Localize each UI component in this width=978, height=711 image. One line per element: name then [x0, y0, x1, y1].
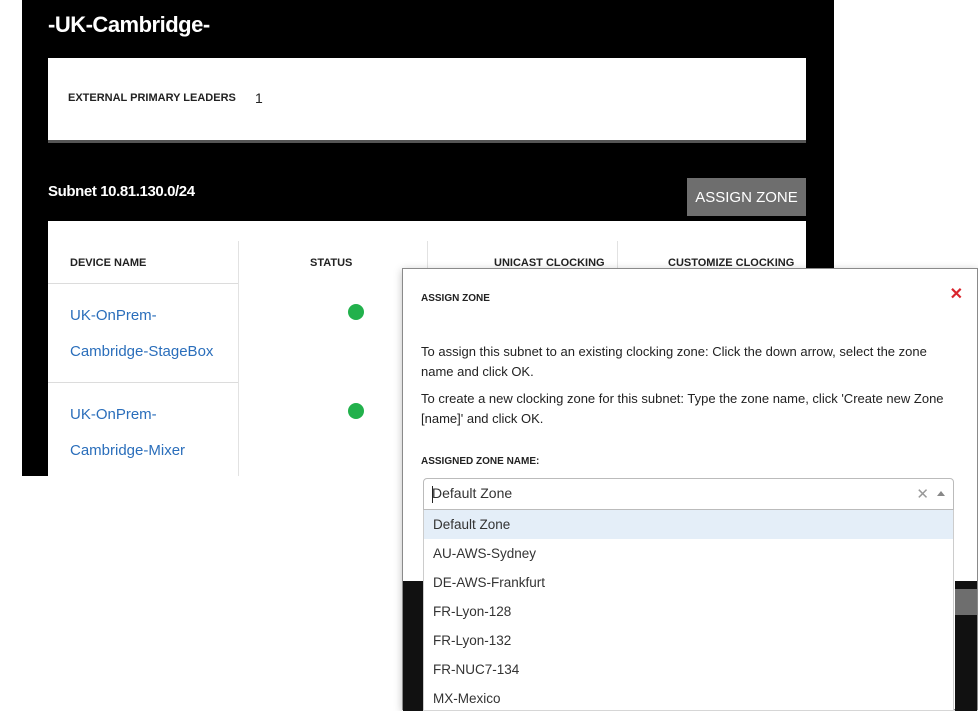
zone-option[interactable]: DE-AWS-Frankfurt: [424, 568, 953, 597]
background-button-sliver: [955, 589, 977, 615]
zone-option[interactable]: FR-NUC7-134: [424, 655, 953, 684]
column-header-status[interactable]: STATUS: [310, 257, 352, 269]
subnet-label: Subnet 10.81.130.0/24: [48, 183, 195, 200]
background-overlay-sliver: [403, 581, 423, 711]
page-title: -UK-Cambridge-: [48, 12, 210, 37]
status-online-indicator: [348, 304, 364, 320]
external-primary-leaders-label: EXTERNAL PRIMARY LEADERS: [68, 92, 236, 104]
status-online-indicator: [348, 403, 364, 419]
row-divider: [48, 283, 238, 284]
assign-zone-button[interactable]: ASSIGN ZONE: [687, 178, 806, 216]
column-header-device-name[interactable]: DEVICE NAME: [70, 257, 146, 269]
device-link-line1[interactable]: UK-OnPrem-: [70, 300, 157, 332]
zone-select[interactable]: ✕: [423, 478, 954, 510]
leaders-card: EXTERNAL PRIMARY LEADERS 1: [48, 58, 806, 143]
zone-option[interactable]: AU-AWS-Sydney: [424, 539, 953, 568]
row-divider: [48, 382, 238, 383]
instructions-new-zone: To create a new clocking zone for this s…: [421, 391, 944, 426]
zone-name-input[interactable]: [432, 485, 872, 501]
external-primary-leaders-value: 1: [255, 90, 263, 106]
zone-option[interactable]: MX-Mexico: [424, 684, 953, 710]
zone-option[interactable]: FR-Lyon-132: [424, 626, 953, 655]
assign-zone-dialog: ASSIGN ZONE ✕ To assign this subnet to a…: [402, 268, 978, 711]
device-link-line1[interactable]: UK-OnPrem-: [70, 399, 157, 431]
device-link-line2[interactable]: Cambridge-Mixer: [70, 435, 185, 467]
close-icon[interactable]: ✕: [950, 286, 963, 304]
zone-option[interactable]: FR-Lyon-128: [424, 597, 953, 626]
device-link-line2[interactable]: Cambridge-StageBox: [70, 336, 213, 368]
assigned-zone-label: ASSIGNED ZONE NAME:: [421, 456, 540, 467]
zone-option[interactable]: Default Zone: [424, 510, 953, 539]
text-caret: [432, 486, 433, 503]
zone-options-list: Default Zone AU-AWS-Sydney DE-AWS-Frankf…: [423, 510, 954, 710]
clear-icon[interactable]: ✕: [916, 485, 929, 503]
instructions-existing-zone: To assign this subnet to an existing clo…: [421, 344, 927, 379]
dialog-title: ASSIGN ZONE: [421, 293, 490, 304]
column-divider: [238, 241, 239, 476]
chevron-up-icon[interactable]: [937, 491, 945, 496]
